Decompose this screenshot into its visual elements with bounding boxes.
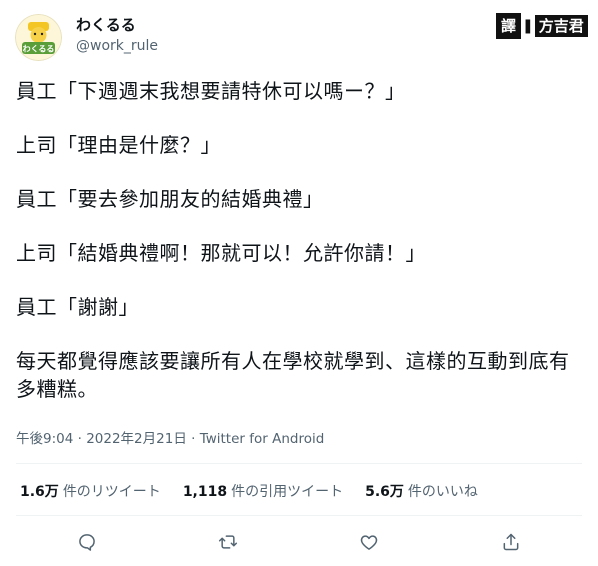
heart-icon bbox=[360, 535, 378, 550]
retweet-icon bbox=[218, 535, 238, 549]
tweet-line: 上司「理由是什麼？」 bbox=[16, 133, 221, 157]
tweet-time-link[interactable]: 午後9:04 · 2022年2月21日 bbox=[16, 431, 187, 447]
likes-count: 5.6万 bbox=[365, 484, 404, 500]
user-handle[interactable]: @work_rule bbox=[76, 37, 158, 55]
quotes-stat[interactable]: 1,118 件の引用ツイート bbox=[183, 482, 343, 502]
watermark-left-box: 譯 bbox=[496, 13, 522, 39]
tweet-source-link[interactable]: Twitter for Android bbox=[200, 431, 325, 447]
avatar[interactable]: わくるる bbox=[15, 14, 62, 61]
quotes-count: 1,118 bbox=[182, 484, 228, 500]
tweet-date: 2022年2月21日 bbox=[86, 431, 187, 447]
watermark-separator: ❚ bbox=[522, 18, 534, 34]
likes-label: 件のいいね bbox=[407, 484, 478, 500]
tweet-line: 員工「要去參加朋友的結婚典禮」 bbox=[16, 187, 324, 211]
retweets-stat[interactable]: 1.6万 件のリツイート bbox=[20, 482, 161, 502]
display-name[interactable]: わくるる bbox=[76, 15, 136, 35]
retweets-label: 件のリツイート bbox=[62, 484, 161, 500]
likes-stat[interactable]: 5.6万 件のいいね bbox=[365, 482, 478, 502]
avatar-text: わくるる bbox=[23, 45, 55, 54]
share-icon bbox=[503, 533, 519, 551]
watermark-right-box: 方吉君 bbox=[534, 15, 588, 37]
divider bbox=[16, 463, 582, 464]
divider bbox=[16, 515, 582, 516]
like-button[interactable] bbox=[355, 528, 383, 556]
translator-watermark: 譯 ❚ 方吉君 bbox=[496, 13, 588, 39]
retweets-count: 1.6万 bbox=[20, 484, 59, 500]
tweet-line: 上司「結婚典禮啊！那就可以！允許你請！」 bbox=[16, 241, 426, 265]
tweet-meta: 午後9:04 · 2022年2月21日 · Twitter for Androi… bbox=[16, 430, 324, 448]
tweet-stats: 1.6万 件のリツイート 1,118 件の引用ツイート 5.6万 件のいいね bbox=[20, 482, 500, 502]
tweet-time: 午後9:04 bbox=[16, 431, 74, 447]
meta-separator: · bbox=[73, 431, 87, 447]
tweet-text: 員工「下週週末我想要請特休可以嗎ー？」 上司「理由是什麼？」 員工「要去參加朋友… bbox=[16, 77, 582, 403]
quotes-label: 件の引用ツイート bbox=[231, 484, 344, 500]
tweet-line: 員工「謝謝」 bbox=[16, 295, 139, 319]
reply-button[interactable] bbox=[73, 528, 101, 556]
retweet-button[interactable] bbox=[214, 528, 242, 556]
tweet-actions bbox=[0, 528, 598, 556]
share-button[interactable] bbox=[497, 528, 525, 556]
tweet-line: 每天都覺得應該要讓所有人在學校就學到、這樣的互動到底有多糟糕。 bbox=[16, 349, 570, 401]
tweet-line: 員工「下週週末我想要請特休可以嗎ー？」 bbox=[16, 79, 406, 103]
reply-icon bbox=[79, 534, 95, 551]
meta-separator: · bbox=[186, 431, 200, 447]
